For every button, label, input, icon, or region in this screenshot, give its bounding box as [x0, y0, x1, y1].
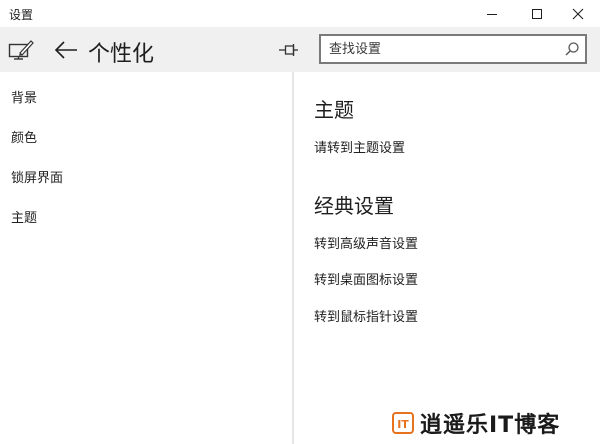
sidebar-item-background[interactable]: 背景 [0, 76, 292, 112]
go-to-theme-settings-link[interactable]: 请转到主题设置 [314, 137, 405, 156]
window-title: 设置 [9, 8, 34, 22]
blog-logo-icon: IT [392, 412, 414, 434]
classic-settings-section-title: 经典设置 [314, 194, 394, 218]
close-icon [572, 8, 584, 19]
desktop-icon-settings-link[interactable]: 转到桌面图标设置 [314, 269, 418, 288]
maximize-button[interactable] [515, 0, 559, 27]
sidebar: 背景 颜色 锁屏界面 主题 [0, 72, 292, 444]
search-input[interactable] [329, 39, 559, 59]
sidebar-item-colors[interactable]: 颜色 [0, 116, 292, 152]
personalization-icon [8, 40, 34, 60]
page-title: 个性化 [88, 42, 155, 67]
settings-window: 设置 个性化 查找设置 背景 颜色 锁屏界面 主题 主题 请转到主题设置 经典设… [0, 0, 600, 444]
minimize-button[interactable] [470, 0, 514, 27]
watermark: IT 逍遥乐IT博客 [392, 409, 561, 438]
themes-section-title: 主题 [314, 98, 354, 122]
sidebar-item-label: 颜色 [11, 131, 38, 146]
mouse-pointer-settings-link[interactable]: 转到鼠标指针设置 [314, 306, 418, 325]
sidebar-item-themes[interactable]: 主题 [0, 196, 292, 232]
advanced-sound-settings-link[interactable]: 转到高级声音设置 [314, 233, 418, 252]
sidebar-item-label: 主题 [11, 211, 38, 226]
search-icon[interactable] [564, 41, 580, 57]
main-content: 主题 请转到主题设置 经典设置 转到高级声音设置 转到桌面图标设置 转到鼠标指针… [294, 72, 600, 444]
back-button[interactable] [52, 36, 80, 64]
back-arrow-icon [54, 41, 77, 59]
pin-to-start-button[interactable] [276, 40, 302, 60]
sidebar-item-lock-screen[interactable]: 锁屏界面 [0, 156, 292, 192]
page-header: 个性化 [0, 27, 600, 72]
pin-icon [279, 44, 298, 56]
sidebar-item-label: 锁屏界面 [11, 171, 64, 186]
svg-text:IT: IT [397, 418, 409, 431]
sidebar-item-label: 背景 [11, 91, 38, 106]
maximize-icon [532, 8, 542, 19]
watermark-text: 逍遥乐IT博客 [420, 413, 561, 438]
search-box[interactable] [319, 34, 587, 64]
title-bar: 设置 [0, 0, 600, 27]
close-button[interactable] [556, 0, 600, 27]
minimize-icon [487, 13, 497, 15]
